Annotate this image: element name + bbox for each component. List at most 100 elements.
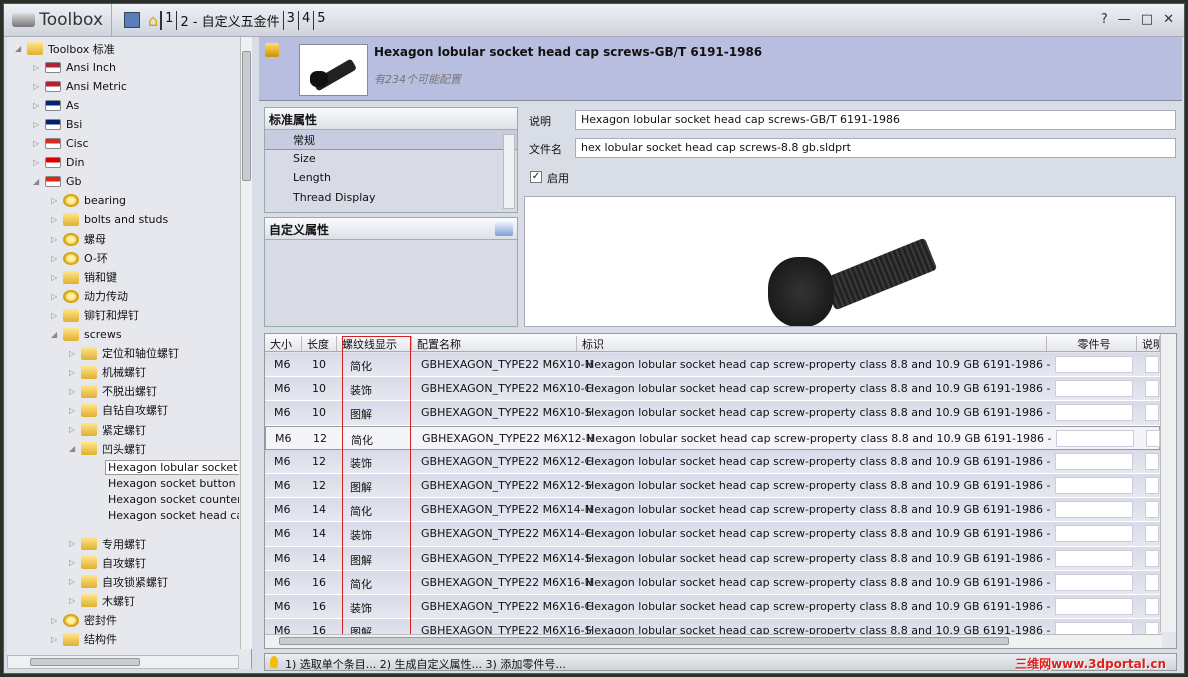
column-header[interactable]: 配置名称 xyxy=(412,336,577,351)
row-description-input[interactable] xyxy=(1145,573,1159,591)
tree-item[interactable]: ▷ bolts and studs xyxy=(51,210,168,229)
help-button[interactable]: ? xyxy=(1101,12,1108,27)
tree-item[interactable]: ▷ As xyxy=(33,96,79,115)
collapse-arrow-icon[interactable]: ◢ xyxy=(15,44,27,53)
close-button[interactable]: ✕ xyxy=(1163,12,1174,27)
home-icon[interactable]: ⌂ xyxy=(148,11,158,30)
column-header[interactable]: 说明 xyxy=(1137,336,1160,351)
tree-item[interactable]: ▷ 机械螺钉 xyxy=(69,363,146,382)
part-number-input[interactable] xyxy=(1055,356,1133,373)
tree-item[interactable]: ◢ Gb xyxy=(33,172,82,191)
part-number-input[interactable] xyxy=(1055,525,1133,543)
row-description-input[interactable] xyxy=(1145,477,1159,494)
expand-arrow-icon[interactable]: ▷ xyxy=(69,539,81,548)
expand-arrow-icon[interactable]: ▷ xyxy=(33,82,45,91)
tree-item[interactable]: ▷ 销和键 xyxy=(51,268,117,287)
expand-arrow-icon[interactable]: ▷ xyxy=(33,101,45,110)
tree-item[interactable]: ◢ 凹头螺钉 xyxy=(69,439,146,458)
tree-item[interactable]: Hexagon socket head cap screws xyxy=(105,506,239,525)
row-description-input[interactable] xyxy=(1146,429,1160,447)
column-header[interactable]: 零件号 xyxy=(1047,336,1137,351)
tree-item[interactable]: ▷ 不脱出螺钉 xyxy=(69,382,157,401)
row-description-input[interactable] xyxy=(1145,452,1159,470)
row-description-input[interactable] xyxy=(1145,380,1159,398)
expand-arrow-icon[interactable]: ▷ xyxy=(69,577,81,586)
maximize-button[interactable]: □ xyxy=(1141,12,1153,27)
tree-item[interactable]: ▷ 动力传动 xyxy=(51,287,128,306)
up-folder-icon[interactable] xyxy=(265,43,279,57)
expand-arrow-icon[interactable]: ▷ xyxy=(33,63,45,72)
expand-arrow-icon[interactable]: ▷ xyxy=(51,635,63,644)
tab-3[interactable]: 3 xyxy=(282,10,298,30)
expand-arrow-icon[interactable]: ▷ xyxy=(51,311,63,320)
tab-5[interactable]: 5 xyxy=(313,10,328,30)
part-number-input[interactable] xyxy=(1055,549,1133,567)
part-number-input[interactable] xyxy=(1055,598,1133,615)
row-description-input[interactable] xyxy=(1145,525,1159,543)
property-category[interactable]: Thread Display xyxy=(265,189,517,209)
tree-item[interactable]: ▷ Din xyxy=(33,153,85,172)
expand-arrow-icon[interactable]: ▷ xyxy=(51,292,63,301)
tree-item[interactable]: ▷ Ansi Metric xyxy=(33,77,127,96)
expand-arrow-icon[interactable]: ▷ xyxy=(69,425,81,434)
tree-vertical-scrollbar[interactable] xyxy=(240,37,252,649)
table-horizontal-scrollbar[interactable] xyxy=(265,634,1162,648)
table-vertical-scrollbar[interactable] xyxy=(1160,334,1176,632)
row-description-input[interactable] xyxy=(1145,356,1159,373)
part-number-input[interactable] xyxy=(1055,573,1133,591)
minimize-button[interactable]: — xyxy=(1118,12,1131,27)
expand-arrow-icon[interactable]: ▷ xyxy=(51,215,63,224)
expand-arrow-icon[interactable]: ▷ xyxy=(69,368,81,377)
column-header[interactable]: 标识 xyxy=(577,336,1047,351)
expand-arrow-icon[interactable]: ▷ xyxy=(33,120,45,129)
tab-4[interactable]: 4 xyxy=(297,10,313,30)
expand-arrow-icon[interactable]: ▷ xyxy=(51,616,63,625)
tree-item[interactable]: ▷ 专用螺钉 xyxy=(69,534,146,553)
column-header[interactable]: 长度 xyxy=(302,336,337,351)
tree-item[interactable]: ◢ Toolbox 标准 xyxy=(15,39,115,58)
expand-arrow-icon[interactable]: ▷ xyxy=(33,158,45,167)
tree-item[interactable]: ▷ Bsi xyxy=(33,115,82,134)
expand-arrow-icon[interactable]: ▷ xyxy=(69,596,81,605)
expand-arrow-icon[interactable]: ▷ xyxy=(51,196,63,205)
expand-arrow-icon[interactable]: ▷ xyxy=(69,406,81,415)
tree-item[interactable]: ▷ 定位和轴位螺钉 xyxy=(69,344,179,363)
expand-arrow-icon[interactable]: ▷ xyxy=(33,139,45,148)
row-description-input[interactable] xyxy=(1145,598,1159,615)
tree-item[interactable]: ▷ bearing xyxy=(51,191,126,210)
description-input[interactable]: Hexagon lobular socket head cap screws-G… xyxy=(575,110,1176,130)
part-number-input[interactable] xyxy=(1056,429,1134,447)
properties-scrollbar[interactable] xyxy=(503,134,515,209)
tree-item[interactable]: ▷ 自钻自攻螺钉 xyxy=(69,401,168,420)
collapse-arrow-icon[interactable]: ◢ xyxy=(33,177,45,186)
tree-item[interactable]: ▷ 自攻螺钉 xyxy=(69,553,146,572)
expand-arrow-icon[interactable]: ▷ xyxy=(51,273,63,282)
tab-1[interactable]: 1 xyxy=(160,10,176,30)
tree-item[interactable]: ▷ 木螺钉 xyxy=(69,591,135,610)
part-number-input[interactable] xyxy=(1055,380,1133,398)
part-number-input[interactable] xyxy=(1055,452,1133,470)
tree-horizontal-scrollbar[interactable] xyxy=(7,655,239,669)
tree-item[interactable]: ▷ 结构件 xyxy=(51,630,117,649)
collapse-arrow-icon[interactable]: ◢ xyxy=(69,444,81,453)
expand-arrow-icon[interactable]: ▷ xyxy=(51,235,63,244)
filename-input[interactable]: hex lobular socket head cap screws-8.8 g… xyxy=(575,138,1176,158)
part-number-input[interactable] xyxy=(1055,501,1133,519)
tree-item[interactable]: ▷ 密封件 xyxy=(51,611,117,630)
tree-item[interactable]: ▷ 铆钉和焊钉 xyxy=(51,306,139,325)
column-header[interactable]: 大小 xyxy=(265,336,302,351)
tree-item[interactable]: ◢ screws xyxy=(51,325,122,344)
property-category[interactable]: 常规 xyxy=(265,130,517,150)
property-category[interactable]: Size xyxy=(265,150,517,170)
row-description-input[interactable] xyxy=(1145,549,1159,567)
row-description-input[interactable] xyxy=(1145,404,1159,422)
expand-arrow-icon[interactable]: ▷ xyxy=(69,387,81,396)
add-property-icon[interactable] xyxy=(495,220,513,236)
tree-item[interactable]: ▷ O-环 xyxy=(51,249,108,268)
row-description-input[interactable] xyxy=(1145,501,1159,519)
tree-item[interactable]: ▷ Cisc xyxy=(33,134,89,153)
collapse-arrow-icon[interactable]: ◢ xyxy=(51,330,63,339)
property-category[interactable]: Length xyxy=(265,169,517,189)
tree-item[interactable]: ▷ 紧定螺钉 xyxy=(69,420,146,439)
tree-item[interactable]: ▷ Ansi Inch xyxy=(33,58,116,77)
